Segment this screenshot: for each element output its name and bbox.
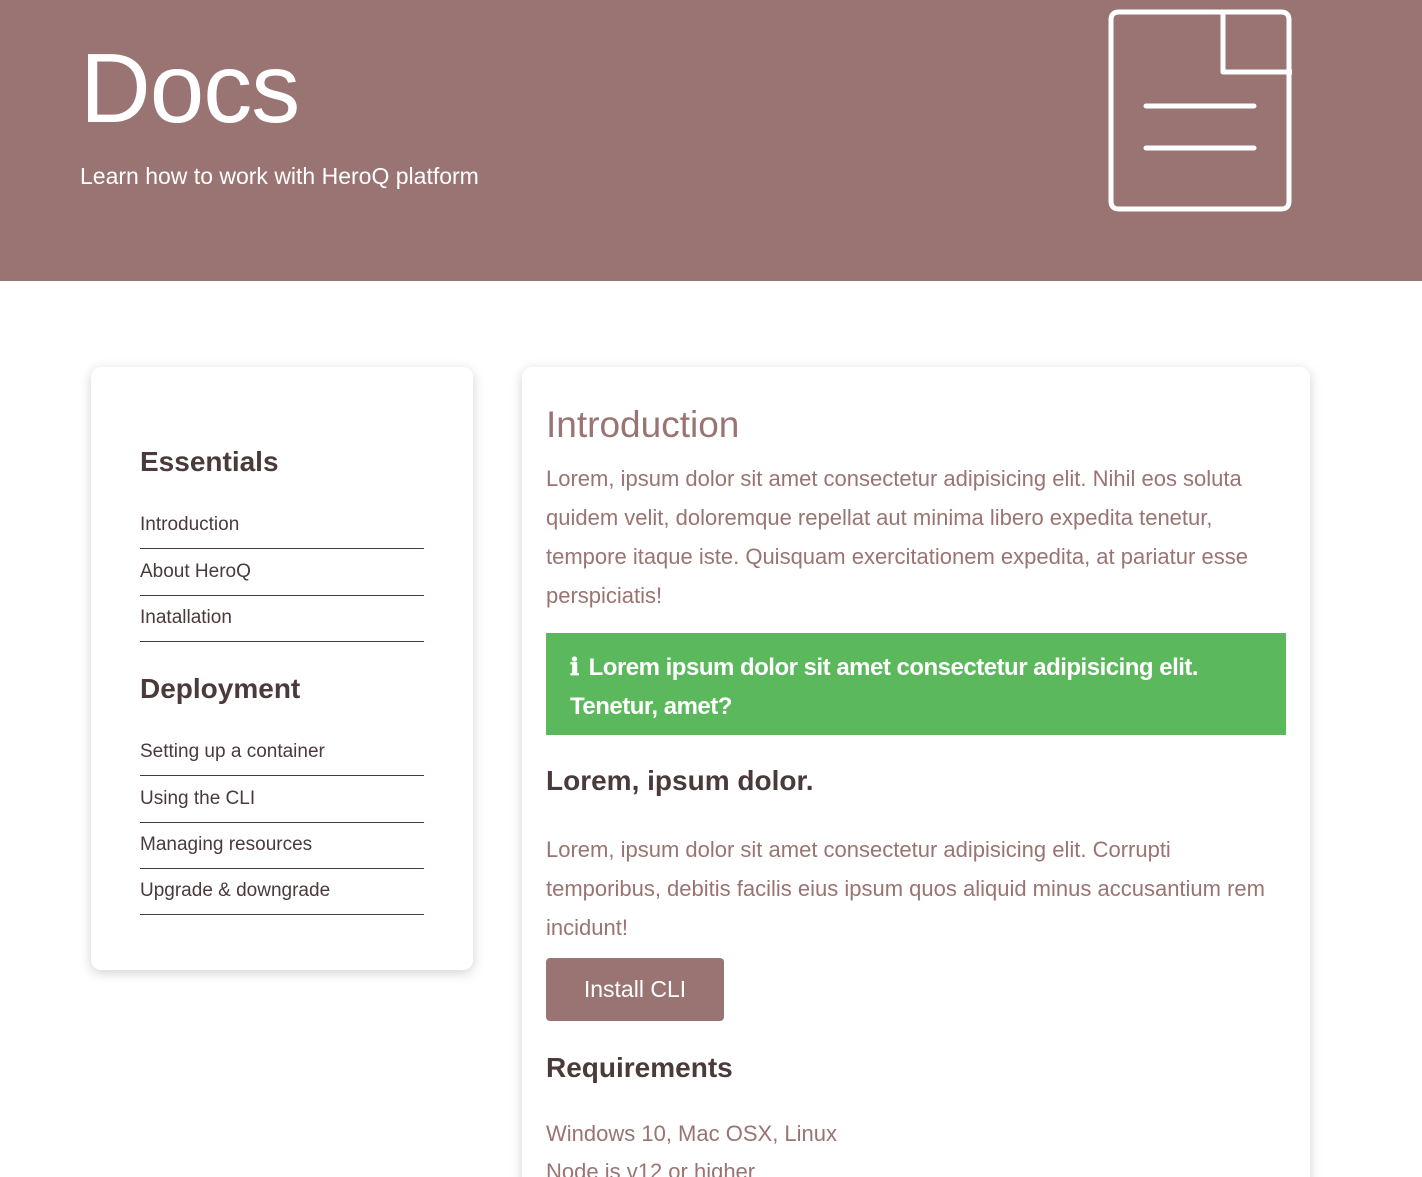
content-title: Introduction <box>546 404 740 445</box>
sidebar-link-about-heroq[interactable]: About HeroQ <box>140 549 424 596</box>
sidebar-heading-deployment: Deployment <box>140 673 301 704</box>
docs-content: Introduction Lorem, ipsum dolor sit amet… <box>522 367 1310 1177</box>
page-subtitle: Learn how to work with HeroQ platform <box>80 163 479 189</box>
page-title: Docs <box>80 33 300 143</box>
section-paragraph: Lorem, ipsum dolor sit amet consectetur … <box>546 837 1265 940</box>
info-icon: ℹ <box>570 652 579 681</box>
hero-banner: Docs Learn how to work with HeroQ platfo… <box>0 0 1422 281</box>
intro-paragraph: Lorem, ipsum dolor sit amet consectetur … <box>546 466 1248 608</box>
document-icon <box>1108 9 1292 212</box>
sidebar-heading-essentials: Essentials <box>140 446 279 477</box>
section-heading: Lorem, ipsum dolor. <box>546 765 814 796</box>
alert-text: Lorem ipsum dolor sit amet consectetur a… <box>570 654 1199 720</box>
docs-sidebar: Essentials Introduction About HeroQ Inat… <box>91 367 473 970</box>
sidebar-link-using-cli[interactable]: Using the CLI <box>140 776 424 823</box>
sidebar-link-introduction[interactable]: Introduction <box>140 502 424 549</box>
install-cli-button[interactable]: Install CLI <box>546 958 724 1021</box>
sidebar-link-setting-up-container[interactable]: Setting up a container <box>140 729 424 776</box>
requirements-heading: Requirements <box>546 1052 733 1083</box>
info-alert: ℹ Lorem ipsum dolor sit amet consectetur … <box>546 633 1286 735</box>
requirement-item: Node is v12 or higher <box>546 1159 756 1177</box>
sidebar-link-installation[interactable]: Inatallation <box>140 595 424 642</box>
requirement-item: Windows 10, Mac OSX, Linux <box>546 1121 838 1146</box>
sidebar-link-managing-resources[interactable]: Managing resources <box>140 822 424 869</box>
sidebar-link-upgrade-downgrade[interactable]: Upgrade & downgrade <box>140 868 424 915</box>
